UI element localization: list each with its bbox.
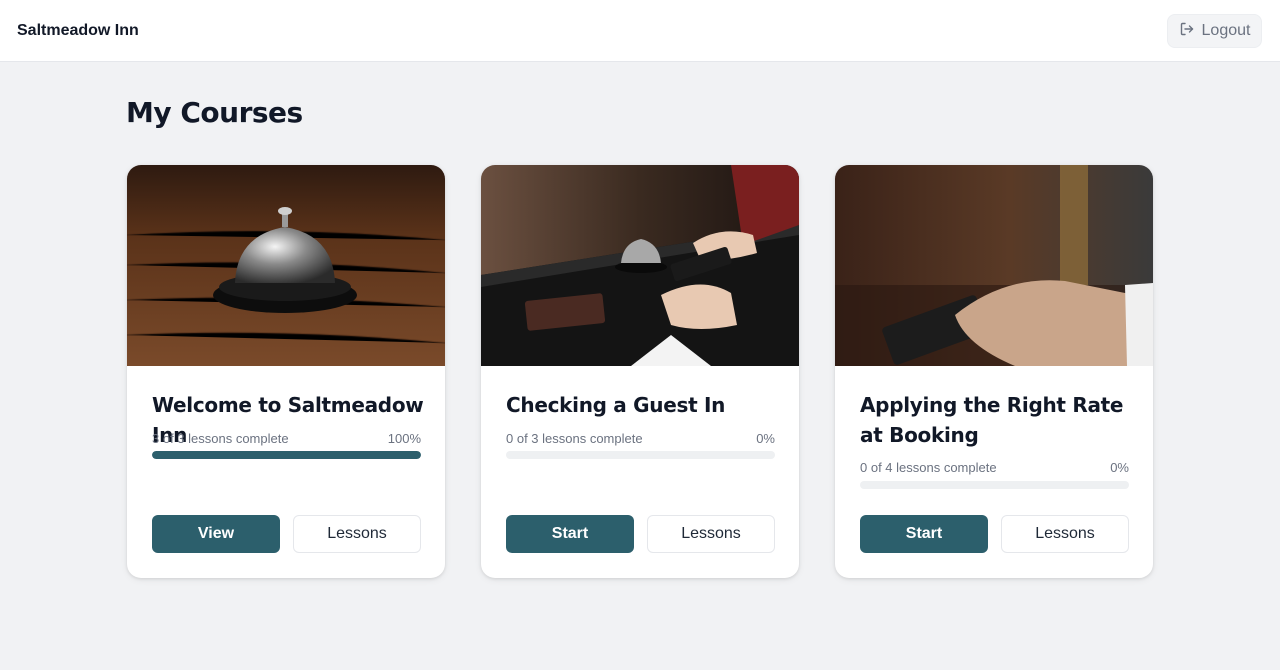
lessons-button[interactable]: Lessons	[293, 515, 421, 553]
course-card: Welcome to Saltmeadow Inn 3 of 3 lessons…	[127, 165, 445, 578]
start-button[interactable]: Start	[506, 515, 634, 553]
top-bar: Saltmeadow Inn Logout	[0, 0, 1280, 62]
logout-icon	[1179, 21, 1195, 42]
progress-text: 3 of 3 lessons complete	[152, 431, 289, 446]
course-card: Applying the Right Rate at Booking 0 of …	[835, 165, 1153, 578]
course-card: Checking a Guest In 0 of 3 lessons compl…	[481, 165, 799, 578]
progress-percent: 0%	[756, 431, 775, 446]
progress-info: 3 of 3 lessons complete 100%	[152, 431, 421, 446]
progress-info: 0 of 3 lessons complete 0%	[506, 431, 775, 446]
lessons-button[interactable]: Lessons	[647, 515, 775, 553]
start-button[interactable]: Start	[860, 515, 988, 553]
logout-label: Logout	[1201, 22, 1251, 39]
progress-text: 0 of 3 lessons complete	[506, 431, 643, 446]
lessons-button[interactable]: Lessons	[1001, 515, 1129, 553]
progress-percent: 100%	[387, 431, 421, 446]
course-title: Checking a Guest In	[506, 393, 726, 417]
brand-name: Saltmeadow Inn	[17, 22, 139, 39]
progress-bar	[506, 451, 775, 459]
view-button[interactable]: View	[152, 515, 280, 553]
course-image-card-payment	[835, 165, 1153, 366]
progress-percent: 0%	[1110, 460, 1129, 475]
course-title: Applying the Right Rate at Booking	[860, 393, 1124, 447]
progress-fill	[152, 451, 421, 459]
page-title: My Courses	[126, 96, 303, 129]
progress-bar	[152, 451, 421, 459]
progress-text: 0 of 4 lessons complete	[860, 460, 997, 475]
course-image-check-in	[481, 165, 799, 366]
course-image-service-bell	[127, 165, 445, 366]
progress-bar	[860, 481, 1129, 489]
logout-button[interactable]: Logout	[1167, 14, 1262, 48]
progress-info: 0 of 4 lessons complete 0%	[860, 460, 1129, 475]
